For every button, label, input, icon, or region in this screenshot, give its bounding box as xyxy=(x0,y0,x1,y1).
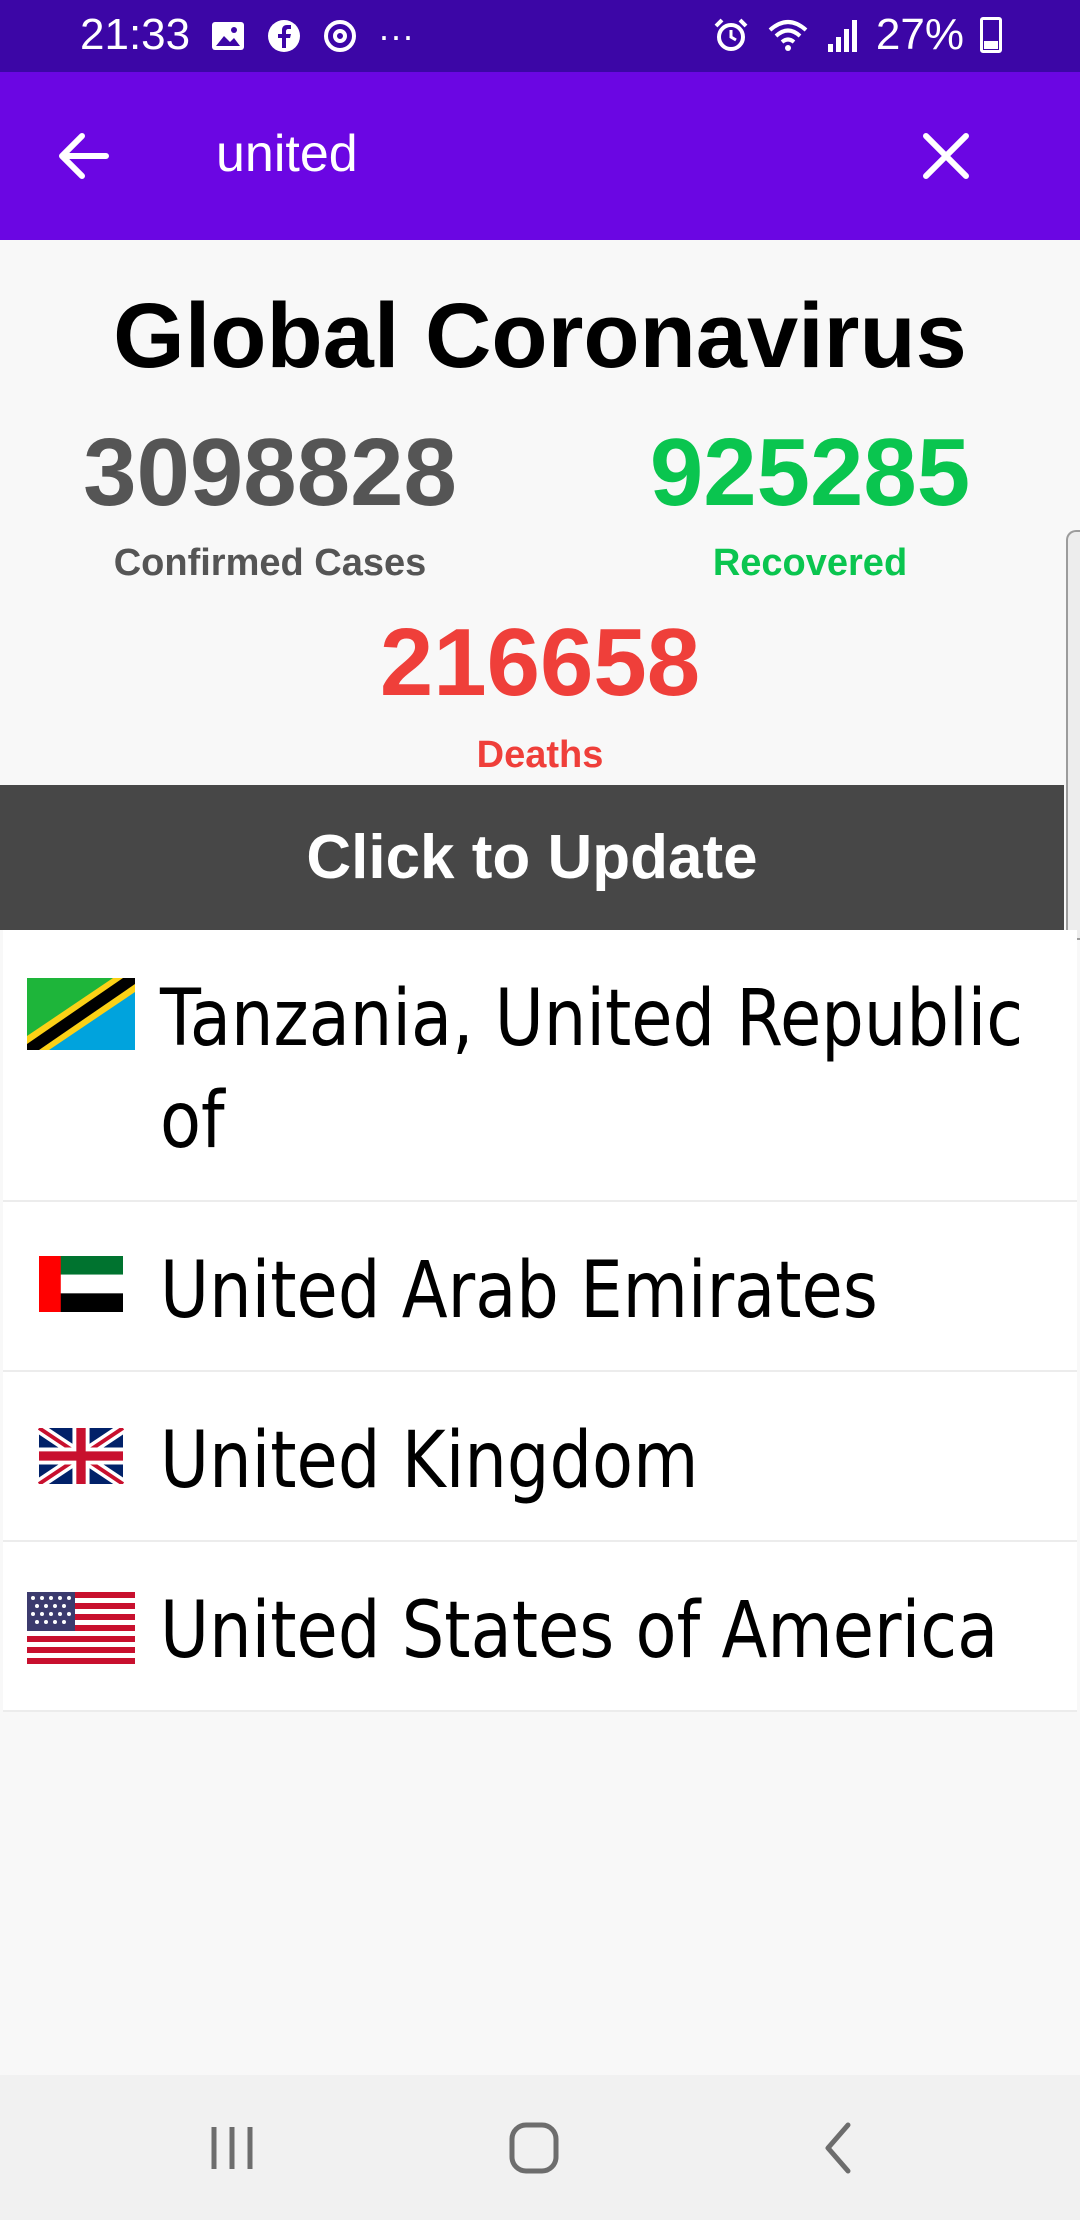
confirmed-label: Confirmed Cases xyxy=(113,542,427,584)
home-icon[interactable] xyxy=(494,2113,574,2183)
deaths-label: Deaths xyxy=(476,734,604,776)
status-time: 21:33 xyxy=(80,10,191,59)
signal-icon xyxy=(827,20,857,52)
wifi-icon xyxy=(768,20,808,51)
status-bar: 21:33 ··· 27% xyxy=(0,0,1080,72)
country-list: Tanzania, United Republic of United Arab… xyxy=(3,930,1077,1712)
search-app-bar: united xyxy=(0,72,1080,240)
sync-icon xyxy=(324,20,356,52)
recent-apps-icon[interactable] xyxy=(192,2113,272,2183)
recovered-count: 925285 xyxy=(649,419,971,526)
confirmed-count: 3098828 xyxy=(83,419,457,526)
uae-flag-icon xyxy=(39,1256,123,1312)
search-input[interactable]: united xyxy=(216,124,358,184)
status-left-icons: ··· xyxy=(210,14,414,58)
country-name: Tanzania, United Republic of xyxy=(160,974,1024,1166)
list-item[interactable]: United Arab Emirates xyxy=(3,1202,1077,1372)
update-button[interactable]: Click to Update xyxy=(0,785,1064,930)
alarm-icon xyxy=(714,18,748,51)
deaths-count: 216658 xyxy=(379,609,701,716)
battery-percent: 27% xyxy=(875,10,964,59)
system-nav-bar xyxy=(0,2075,1080,2220)
back-icon[interactable] xyxy=(800,2113,880,2183)
usa-flag-icon xyxy=(27,1592,135,1664)
back-arrow-icon[interactable] xyxy=(48,120,120,192)
country-name: United States of America xyxy=(160,1586,999,1676)
page-title: Global Coronavirus xyxy=(113,285,967,387)
gallery-icon xyxy=(212,22,244,50)
facebook-icon xyxy=(268,20,300,52)
country-name: United Arab Emirates xyxy=(160,1246,878,1336)
battery-icon xyxy=(980,17,1002,53)
list-item[interactable]: United Kingdom xyxy=(3,1372,1077,1542)
close-icon[interactable] xyxy=(910,120,982,192)
tanzania-flag-icon xyxy=(27,978,135,1050)
global-stats-panel: Global Coronavirus 3098828 Confirmed Cas… xyxy=(0,240,1080,785)
recovered-label: Recovered xyxy=(712,542,908,584)
list-item[interactable]: Tanzania, United Republic of xyxy=(3,930,1077,1202)
list-item[interactable]: United States of America xyxy=(3,1542,1077,1712)
country-name: United Kingdom xyxy=(160,1416,699,1506)
uk-flag-icon xyxy=(35,1428,127,1484)
scrollbar-thumb[interactable] xyxy=(1066,530,1080,940)
more-icon: ··· xyxy=(378,15,414,56)
status-right-icons: 27% xyxy=(712,10,1002,60)
